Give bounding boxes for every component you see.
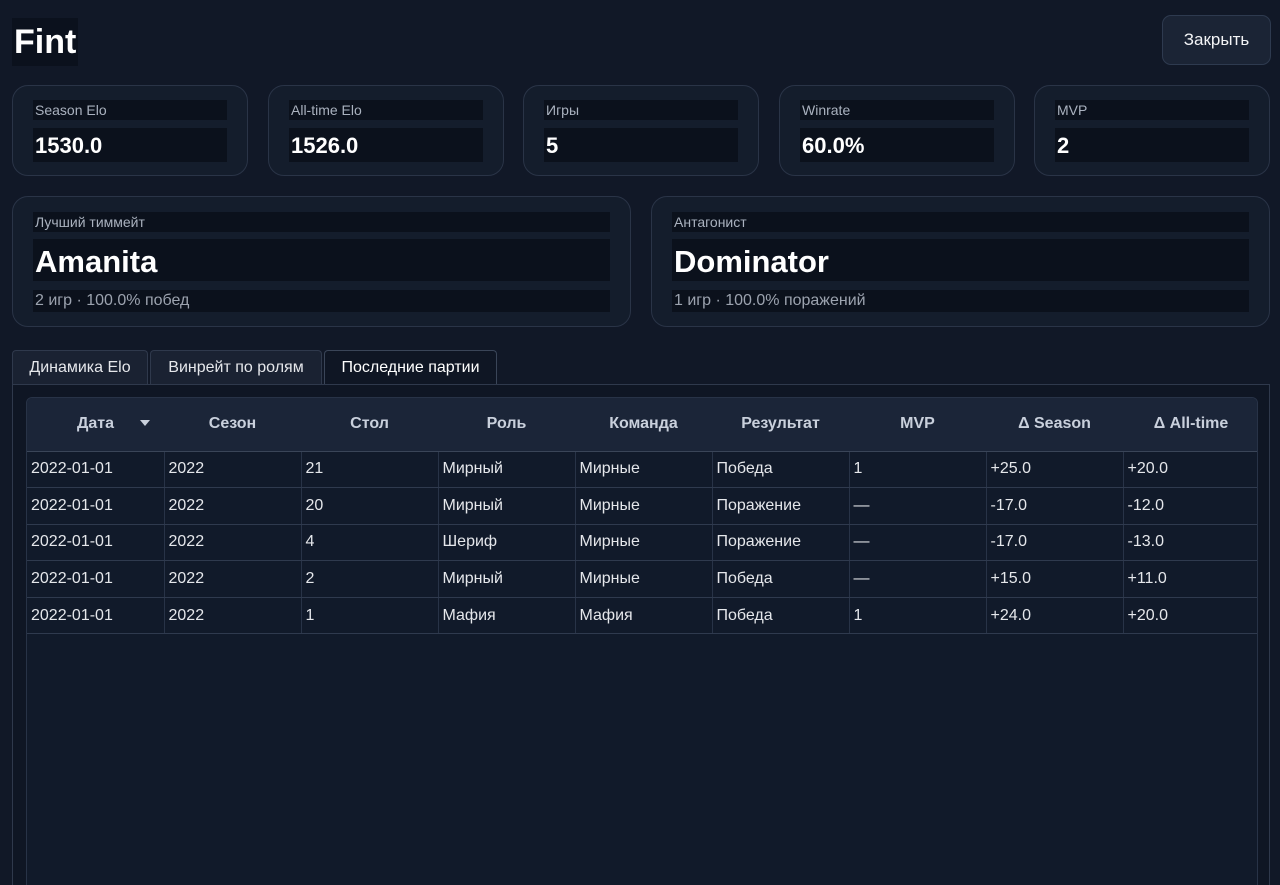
column-header-role[interactable]: Роль (438, 398, 575, 452)
player-profile-page: Fint Закрыть Season Elo 1530.0 All-time … (0, 0, 1280, 885)
stat-card-alltime-elo: All-time Elo 1526.0 (268, 85, 504, 176)
antagonist-card: Антагонист Dominator 1 игр · 100.0% пора… (651, 196, 1270, 327)
column-header-table[interactable]: Стол (301, 398, 438, 452)
cell-date: 2022-01-01 (27, 524, 165, 562)
cell-team: Мирные (575, 487, 713, 525)
stat-value: 1530.0 (35, 133, 103, 158)
cell-table: 20 (301, 487, 439, 525)
best-teammate-card: Лучший тиммейт Amanita 2 игр · 100.0% по… (12, 196, 631, 327)
table-row[interactable]: 2022-01-01 2022 2 Мирный Мирные Победа — +15.0 +… (27, 560, 1257, 598)
cell-delta-alltime: +11.0 (1123, 560, 1257, 598)
cell-delta-season: +25.0 (986, 451, 1124, 489)
table-row[interactable]: 2022-01-01 2022 21 Мирный Мирные Победа 1 +25.0… (27, 451, 1257, 489)
cell-role: Мирный (438, 560, 576, 598)
table-row[interactable]: 2022-01-01 2022 4 Шериф Мирные Поражение — -17.… (27, 524, 1257, 562)
cell-delta-alltime: -13.0 (1123, 524, 1257, 562)
tab-elo-dynamics[interactable]: Динамика Elo (12, 350, 148, 385)
cell-date: 2022-01-01 (27, 487, 165, 525)
cell-result: Победа (712, 597, 850, 635)
cell-mvp: 1 (849, 451, 987, 489)
cell-season: 2022 (164, 560, 302, 598)
cell-delta-season: +24.0 (986, 597, 1124, 635)
cell-table: 1 (301, 597, 439, 635)
cell-season: 2022 (164, 487, 302, 525)
cell-season: 2022 (164, 451, 302, 489)
cell-mvp: 1 (849, 597, 987, 635)
stat-value: 5 (546, 133, 559, 158)
antagonist-name: Dominator (674, 244, 829, 279)
stat-label: All-time Elo (291, 102, 362, 118)
column-header-date[interactable]: Дата (27, 398, 164, 452)
cell-result: Победа (712, 451, 850, 489)
table-header-row: Дата Сезон Стол Роль Команда Результат M… (27, 398, 1257, 452)
cell-date: 2022-01-01 (27, 597, 165, 635)
sort-desc-icon[interactable] (140, 420, 150, 426)
stat-label: MVP (1057, 102, 1088, 118)
cell-result: Поражение (712, 524, 850, 562)
cell-date: 2022-01-01 (27, 451, 165, 489)
player-name-title: Fint (12, 18, 79, 66)
stat-label: Игры (546, 102, 580, 118)
cell-mvp: — (849, 524, 987, 562)
cell-role: Мирный (438, 487, 576, 525)
cell-delta-season: -17.0 (986, 524, 1124, 562)
cell-delta-season: +15.0 (986, 560, 1124, 598)
recent-games-grid[interactable]: Дата Сезон Стол Роль Команда Результат M… (26, 397, 1258, 885)
table-row[interactable]: 2022-01-01 2022 1 Мафия Мафия Победа 1 +24.0 +20… (27, 597, 1257, 635)
cell-team: Мафия (575, 597, 713, 635)
cell-team: Мирные (575, 560, 713, 598)
cell-result: Поражение (712, 487, 850, 525)
stat-value: 1526.0 (291, 133, 359, 158)
column-header-mvp[interactable]: MVP (849, 398, 986, 452)
column-header-season[interactable]: Сезон (164, 398, 301, 452)
cell-mvp: — (849, 560, 987, 598)
stat-value: 60.0% (802, 133, 865, 158)
best-teammate-stats: 2 игр · 100.0% побед (35, 292, 190, 309)
stat-value: 2 (1057, 133, 1070, 158)
stat-card-winrate: Winrate 60.0% (779, 85, 1015, 176)
stat-card-mvp: MVP 2 (1034, 85, 1270, 176)
cell-date: 2022-01-01 (27, 560, 165, 598)
cell-delta-alltime: -12.0 (1123, 487, 1257, 525)
table-row[interactable]: 2022-01-01 2022 20 Мирный Мирные Поражение — -1… (27, 487, 1257, 525)
column-header-team[interactable]: Команда (575, 398, 712, 452)
antagonist-label: Антагонист (674, 214, 747, 230)
antagonist-stats: 1 игр · 100.0% поражений (674, 292, 866, 309)
cell-season: 2022 (164, 597, 302, 635)
close-button[interactable]: Закрыть (1162, 15, 1271, 65)
column-header-delta-season[interactable]: Δ Season (986, 398, 1123, 452)
cell-table: 21 (301, 451, 439, 489)
stat-card-season-elo: Season Elo 1530.0 (12, 85, 248, 176)
best-teammate-label: Лучший тиммейт (35, 214, 145, 230)
cell-delta-alltime: +20.0 (1123, 451, 1257, 489)
tab-recent-games[interactable]: Последние партии (324, 350, 497, 385)
best-teammate-name: Amanita (35, 244, 158, 279)
stat-card-games: Игры 5 (523, 85, 759, 176)
stat-label: Winrate (802, 102, 851, 118)
cell-team: Мирные (575, 524, 713, 562)
stat-label: Season Elo (35, 102, 107, 118)
cell-mvp: — (849, 487, 987, 525)
cell-role: Шериф (438, 524, 576, 562)
cell-role: Мирный (438, 451, 576, 489)
recent-games-panel: Дата Сезон Стол Роль Команда Результат M… (12, 384, 1270, 885)
tab-role-winrate[interactable]: Винрейт по ролям (150, 350, 322, 385)
cell-table: 2 (301, 560, 439, 598)
cell-role: Мафия (438, 597, 576, 635)
cell-team: Мирные (575, 451, 713, 489)
cell-season: 2022 (164, 524, 302, 562)
cell-result: Победа (712, 560, 850, 598)
cell-table: 4 (301, 524, 439, 562)
column-header-delta-alltime[interactable]: Δ All-time (1123, 398, 1257, 452)
cell-delta-alltime: +20.0 (1123, 597, 1257, 635)
column-header-result[interactable]: Результат (712, 398, 849, 452)
recent-games-table: Дата Сезон Стол Роль Команда Результат M… (27, 398, 1257, 635)
cell-delta-season: -17.0 (986, 487, 1124, 525)
